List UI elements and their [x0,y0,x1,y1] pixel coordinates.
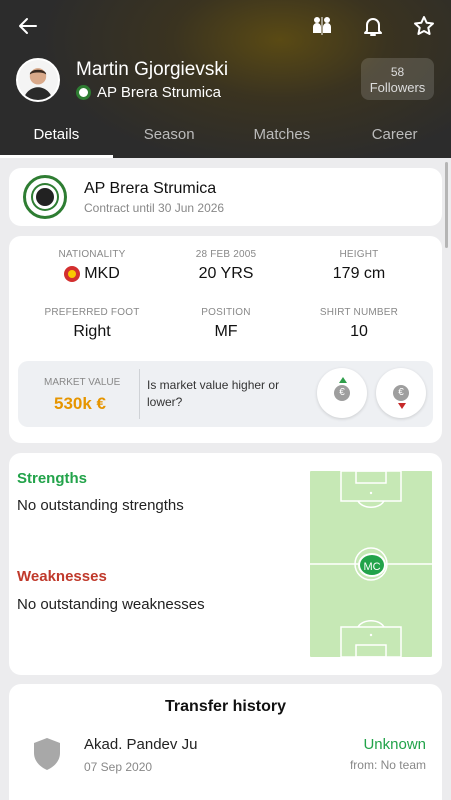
position-badge: MC [358,553,386,577]
foot-label: PREFERRED FOOT [44,307,140,318]
contract-info: Contract until 30 Jun 2026 [84,201,225,215]
followers-label: Followers [369,80,426,95]
position-cell: POSITION MF [156,307,296,341]
player-club-link[interactable]: AP Brera Strumica [76,84,221,101]
compare-players-icon[interactable] [308,12,336,40]
shirt-label: SHIRT NUMBER [319,307,399,318]
player-header: Martin Gjorgievski AP Brera Strumica 58 … [0,0,451,158]
tab-bar: Details Season Matches Career [0,118,451,158]
weaknesses-title: Weaknesses [17,568,107,585]
player-avatar [16,58,60,102]
market-value: 530k € [54,394,106,413]
euro-coin-icon: € [393,385,409,401]
nationality-label: NATIONALITY [58,249,126,260]
tab-career[interactable]: Career [338,118,451,158]
strengths-weaknesses-card: Strengths No outstanding strengths Weakn… [9,453,442,675]
height-value: 179 cm [332,265,386,282]
market-value-box: MARKET VALUE 530k € Is market value high… [18,361,433,427]
followers-count: 58 [390,65,405,79]
euro-coin-icon: € [334,385,350,401]
position-label: POSITION [201,307,251,318]
dob-label: 28 FEB 2005 [195,249,257,260]
back-arrow-icon[interactable] [14,12,42,40]
height-label: HEIGHT [339,249,379,260]
club-shield-icon [34,738,60,770]
tab-season[interactable]: Season [113,118,226,158]
club-badge-icon [23,175,67,219]
nationality-value: MKD [84,265,120,282]
weaknesses-text: No outstanding weaknesses [17,596,205,613]
transfer-club: Akad. Pandev Ju [84,736,198,753]
foot-value: Right [73,323,111,340]
shirt-value: 10 [350,323,368,340]
strengths-title: Strengths [17,470,88,487]
age-value: 20 YRS [198,265,254,282]
position-value: MF [214,323,238,340]
nationality-cell: NATIONALITY MKD [22,249,162,283]
vote-lower-button[interactable]: € [376,368,426,418]
shirt-cell: SHIRT NUMBER 10 [289,307,429,341]
current-club-card[interactable]: AP Brera Strumica Contract until 30 Jun … [9,168,442,226]
transfer-history-card: Transfer history Akad. Pandev Ju 07 Sep … [9,684,442,800]
player-name: Martin Gjorgievski [76,59,229,80]
strengths-text: No outstanding strengths [17,497,184,514]
transfer-fee: Unknown [363,736,426,753]
flag-icon [64,266,81,282]
star-icon[interactable] [410,12,438,40]
scrollbar[interactable] [445,162,448,248]
club-logo-icon [76,85,91,100]
arrow-down-icon [398,403,406,409]
age-cell: 28 FEB 2005 20 YRS [156,249,296,283]
vote-higher-button[interactable]: € [317,368,367,418]
bell-icon[interactable] [359,12,387,40]
foot-cell: PREFERRED FOOT Right [22,307,162,341]
transfer-history-title: Transfer history [165,698,286,715]
market-value-question: Is market value higher or lower? [147,378,280,409]
transfer-date: 07 Sep 2020 [84,760,153,774]
tab-matches[interactable]: Matches [226,118,339,158]
player-club-name: AP Brera Strumica [97,84,221,101]
tab-details[interactable]: Details [0,118,113,158]
divider [139,369,140,419]
followers-button[interactable]: 58 Followers [361,58,434,100]
transfer-from: from: No team [349,758,426,772]
height-cell: HEIGHT 179 cm [289,249,429,283]
arrow-up-icon [339,377,347,383]
market-value-label: MARKET VALUE [44,377,121,388]
club-name: AP Brera Strumica [84,180,217,197]
player-info-card: NATIONALITY MKD 28 FEB 2005 20 YRS HEIGH… [9,236,442,443]
